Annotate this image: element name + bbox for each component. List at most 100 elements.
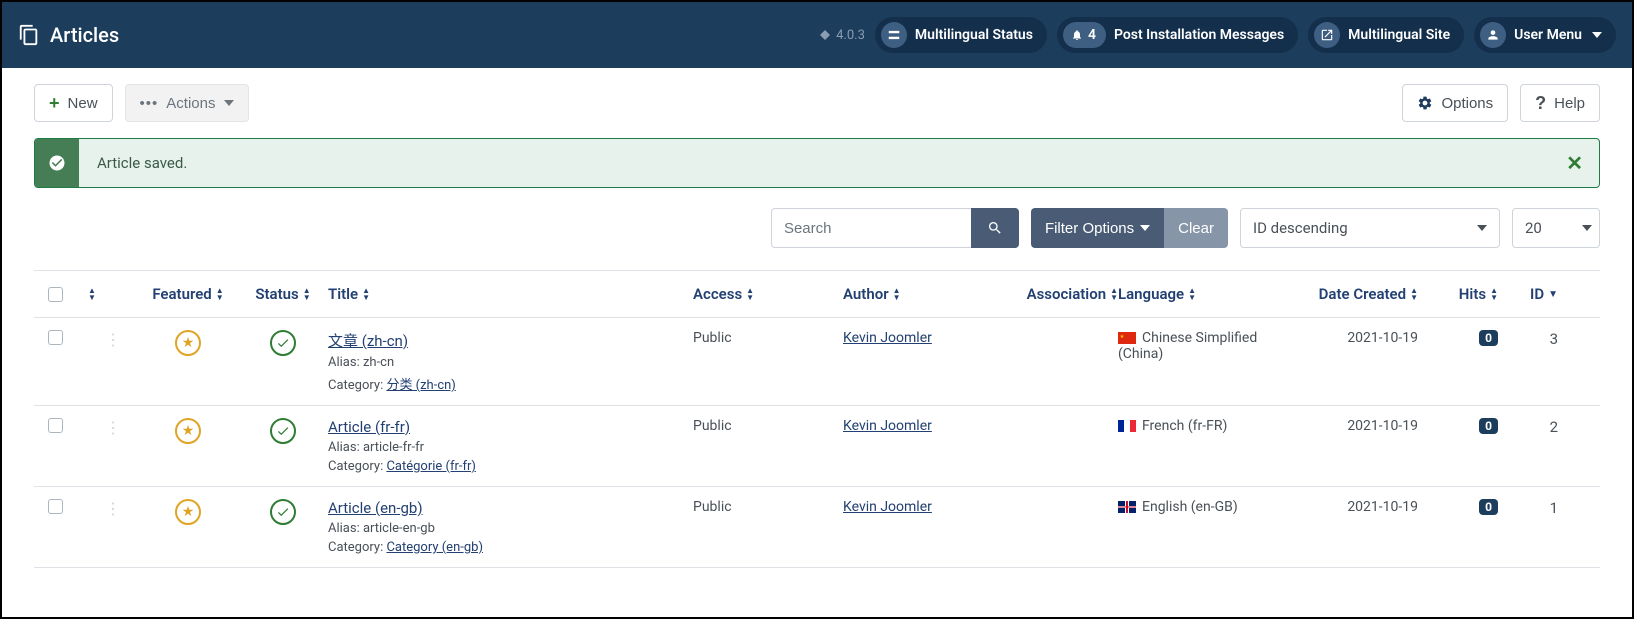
featured-toggle[interactable]: ★ [175, 330, 201, 356]
multilingual-status-button[interactable]: Multilingual Status [875, 17, 1047, 53]
status-toggle[interactable] [270, 418, 296, 444]
ellipsis-icon: ••• [140, 95, 159, 112]
search-button[interactable] [971, 208, 1019, 248]
date-value: 2021-10-19 [1278, 499, 1418, 515]
column-association[interactable]: Association▲▼ [998, 285, 1118, 303]
notification-count: 4 [1088, 27, 1096, 43]
author-link[interactable]: Kevin Joomler [843, 499, 932, 515]
article-title-link[interactable]: Article (fr-fr) [328, 418, 410, 436]
version-label: 4.0.3 [819, 28, 865, 43]
article-category: Category: Category (en-gb) [328, 540, 693, 555]
flag-icon [1118, 501, 1136, 513]
category-link[interactable]: Category (en-gb) [386, 540, 483, 555]
help-button[interactable]: ? Help [1520, 84, 1600, 122]
sort-select[interactable]: ID descending [1240, 208, 1500, 248]
select-all-checkbox[interactable] [48, 287, 63, 302]
alert-close-button[interactable]: ✕ [1550, 151, 1599, 175]
alert-message: Article saved. [79, 154, 205, 172]
chevron-down-icon [224, 100, 234, 106]
access-value: Public [693, 499, 843, 515]
articles-table: ▲▼ Featured▲▼ Status▲▼ Title▲▼ Access▲▼ … [34, 270, 1600, 568]
article-alias: Alias: article-en-gb [328, 521, 693, 536]
success-alert: Article saved. ✕ [34, 138, 1600, 188]
filter-bar: Filter Options Clear ID descending 20 [34, 208, 1600, 248]
drag-handle[interactable]: ⋮ [105, 499, 121, 518]
articles-icon [18, 24, 40, 46]
flag-icon [1118, 420, 1136, 432]
limit-select[interactable]: 20 [1512, 208, 1600, 248]
column-featured[interactable]: Featured▲▼ [138, 285, 238, 303]
chevron-down-icon [1592, 32, 1602, 38]
multilingual-site-button[interactable]: Multilingual Site [1308, 17, 1464, 53]
id-value: 2 [1498, 418, 1558, 436]
language-value: Chinese Simplified (China) [1118, 330, 1278, 362]
column-language[interactable]: Language▲▼ [1118, 285, 1278, 303]
column-access[interactable]: Access▲▼ [693, 285, 843, 303]
id-value: 3 [1498, 330, 1558, 348]
date-value: 2021-10-19 [1278, 418, 1418, 434]
new-button[interactable]: + New [34, 84, 113, 122]
table-row: ⋮ ★ Article (fr-fr) Alias: article-fr-fr… [34, 406, 1600, 487]
article-category: Category: Catégorie (fr-fr) [328, 459, 693, 474]
status-toggle[interactable] [270, 330, 296, 356]
search-icon [987, 220, 1003, 236]
column-ordering[interactable]: ▲▼ [88, 287, 138, 301]
plus-icon: + [49, 94, 60, 112]
hits-badge: 0 [1479, 330, 1498, 346]
column-id[interactable]: ID▼ [1498, 285, 1558, 303]
column-date[interactable]: Date Created▲▼ [1278, 285, 1418, 303]
id-value: 1 [1498, 499, 1558, 517]
article-alias: Alias: article-fr-fr [328, 440, 693, 455]
filter-options-button[interactable]: Filter Options [1031, 208, 1164, 248]
actions-button[interactable]: ••• Actions [125, 84, 249, 122]
user-menu-button[interactable]: User Menu [1474, 17, 1616, 53]
author-link[interactable]: Kevin Joomler [843, 330, 932, 346]
row-checkbox[interactable] [48, 418, 63, 433]
article-title-link[interactable]: Article (en-gb) [328, 499, 423, 517]
hits-badge: 0 [1479, 499, 1498, 515]
check-circle-icon [35, 139, 79, 187]
row-checkbox[interactable] [48, 330, 63, 345]
top-header: Articles 4.0.3 Multilingual Status 4 Pos… [2, 2, 1632, 68]
featured-toggle[interactable]: ★ [175, 418, 201, 444]
language-value: English (en-GB) [1118, 499, 1278, 515]
bell-icon [1071, 29, 1083, 41]
drag-handle[interactable]: ⋮ [105, 330, 121, 349]
question-icon: ? [1535, 93, 1546, 114]
chevron-down-icon [1582, 225, 1592, 231]
access-value: Public [693, 330, 843, 346]
author-link[interactable]: Kevin Joomler [843, 418, 932, 434]
category-link[interactable]: 分类 (zh-cn) [386, 378, 455, 393]
toolbar: + New ••• Actions Options ? Help [2, 68, 1632, 138]
drag-handle[interactable]: ⋮ [105, 418, 121, 437]
external-link-icon [1320, 28, 1334, 42]
article-alias: Alias: zh-cn [328, 355, 693, 370]
chevron-down-icon [1140, 225, 1150, 231]
table-header-row: ▲▼ Featured▲▼ Status▲▼ Title▲▼ Access▲▼ … [34, 271, 1600, 318]
options-button[interactable]: Options [1402, 84, 1508, 122]
user-icon [1486, 28, 1500, 42]
column-hits[interactable]: Hits▲▼ [1418, 285, 1498, 303]
clear-filters-button[interactable]: Clear [1164, 208, 1228, 248]
chevron-down-icon [1477, 225, 1487, 231]
column-title[interactable]: Title▲▼ [328, 285, 693, 303]
article-title-link[interactable]: 文章 (zh-cn) [328, 332, 408, 350]
access-value: Public [693, 418, 843, 434]
post-install-messages-button[interactable]: 4 Post Installation Messages [1057, 17, 1298, 53]
table-row: ⋮ ★ Article (en-gb) Alias: article-en-gb… [34, 487, 1600, 568]
search-input[interactable] [771, 208, 971, 248]
hits-badge: 0 [1479, 418, 1498, 434]
column-author[interactable]: Author▲▼ [843, 285, 998, 303]
language-value: French (fr-FR) [1118, 418, 1278, 434]
table-row: ⋮ ★ 文章 (zh-cn) Alias: zh-cn Category: 分类… [34, 318, 1600, 406]
page-title: Articles [50, 23, 119, 47]
row-checkbox[interactable] [48, 499, 63, 514]
date-value: 2021-10-19 [1278, 330, 1418, 346]
status-toggle[interactable] [270, 499, 296, 525]
article-category: Category: 分类 (zh-cn) [328, 374, 693, 393]
flag-icon [1118, 332, 1136, 344]
column-status[interactable]: Status▲▼ [238, 285, 328, 303]
category-link[interactable]: Catégorie (fr-fr) [386, 459, 476, 474]
gear-icon [1417, 95, 1433, 111]
featured-toggle[interactable]: ★ [175, 499, 201, 525]
